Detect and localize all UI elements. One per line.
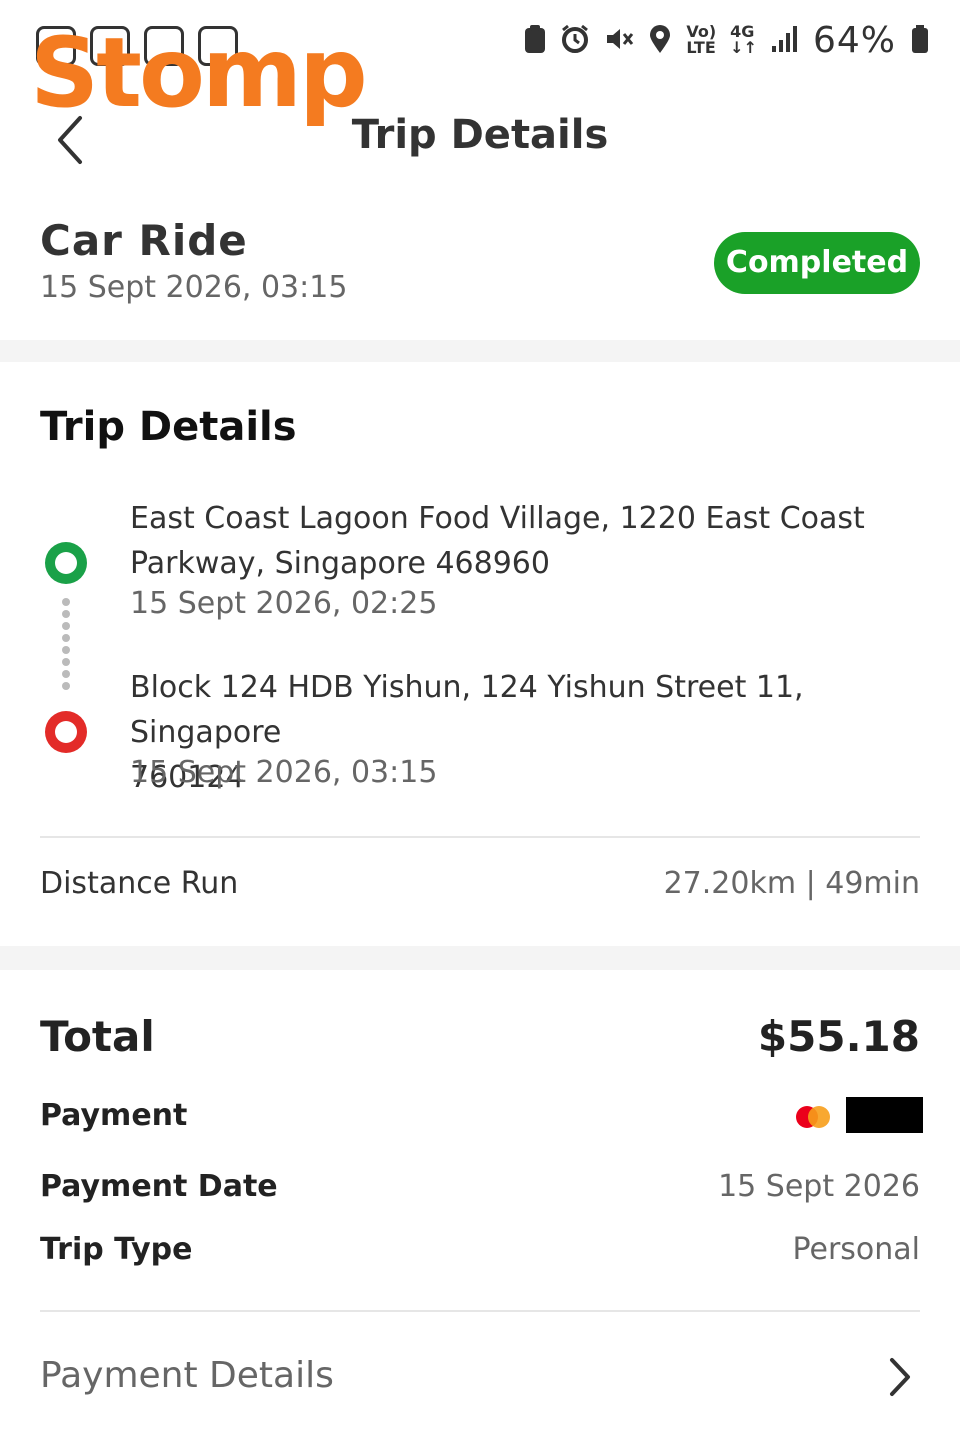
section-divider [0, 340, 960, 362]
pickup-marker-icon [45, 542, 87, 584]
battery-percent: 64% [812, 20, 896, 61]
payment-details-row[interactable]: Payment Details [0, 1320, 960, 1430]
section-divider [0, 946, 960, 970]
dropoff-address-line1: Block 124 HDB Yishun, 124 Yishun Street … [130, 670, 804, 750]
status-badge: Completed [714, 232, 920, 294]
distance-label: Distance Run [40, 866, 239, 901]
mute-icon [604, 24, 634, 58]
total-value: $55.18 [757, 1012, 920, 1061]
payment-date-value: 15 Sept 2026 [718, 1169, 920, 1204]
total-label: Total [40, 1012, 155, 1061]
location-icon [648, 24, 672, 58]
trip-type-value: Personal [792, 1232, 920, 1267]
payment-details-label: Payment Details [40, 1355, 334, 1396]
battery-icon [910, 24, 930, 58]
divider [40, 836, 920, 838]
chevron-right-icon [884, 1354, 914, 1400]
4g-icon: 4G ↓↑ [730, 22, 757, 57]
pickup-time: 15 Sept 2026, 02:25 [130, 586, 438, 621]
page-title: Trip Details [351, 112, 609, 158]
payment-date-label: Payment Date [40, 1169, 278, 1204]
card-number-redacted [846, 1097, 923, 1133]
dropoff-marker-icon [45, 711, 87, 753]
signal-icon [771, 24, 799, 58]
route-connector [62, 598, 70, 698]
divider [40, 1310, 920, 1312]
pickup-address: East Coast Lagoon Food Village, 1220 Eas… [130, 496, 920, 586]
ride-datetime: 15 Sept 2026, 03:15 [40, 270, 348, 305]
alarm-icon [560, 24, 590, 58]
mastercard-icon [796, 1106, 830, 1128]
payment-label: Payment [40, 1098, 188, 1133]
dropoff-time: 15 Sept 2026, 03:15 [130, 755, 438, 790]
pickup-address-line1: East Coast Lagoon Food Village, 1220 Eas… [130, 501, 865, 536]
ride-type: Car Ride [40, 216, 248, 265]
status-icons: Vo) LTE 4G ↓↑ 64% [524, 20, 930, 61]
distance-value: 27.20km | 49min [663, 866, 920, 901]
trip-type-label: Trip Type [40, 1232, 193, 1267]
volte-icon: Vo) LTE [686, 22, 717, 57]
clipboard-icon [524, 24, 546, 58]
trip-details-heading: Trip Details [40, 404, 297, 450]
pickup-address-line2: Parkway, Singapore 468960 [130, 546, 550, 581]
